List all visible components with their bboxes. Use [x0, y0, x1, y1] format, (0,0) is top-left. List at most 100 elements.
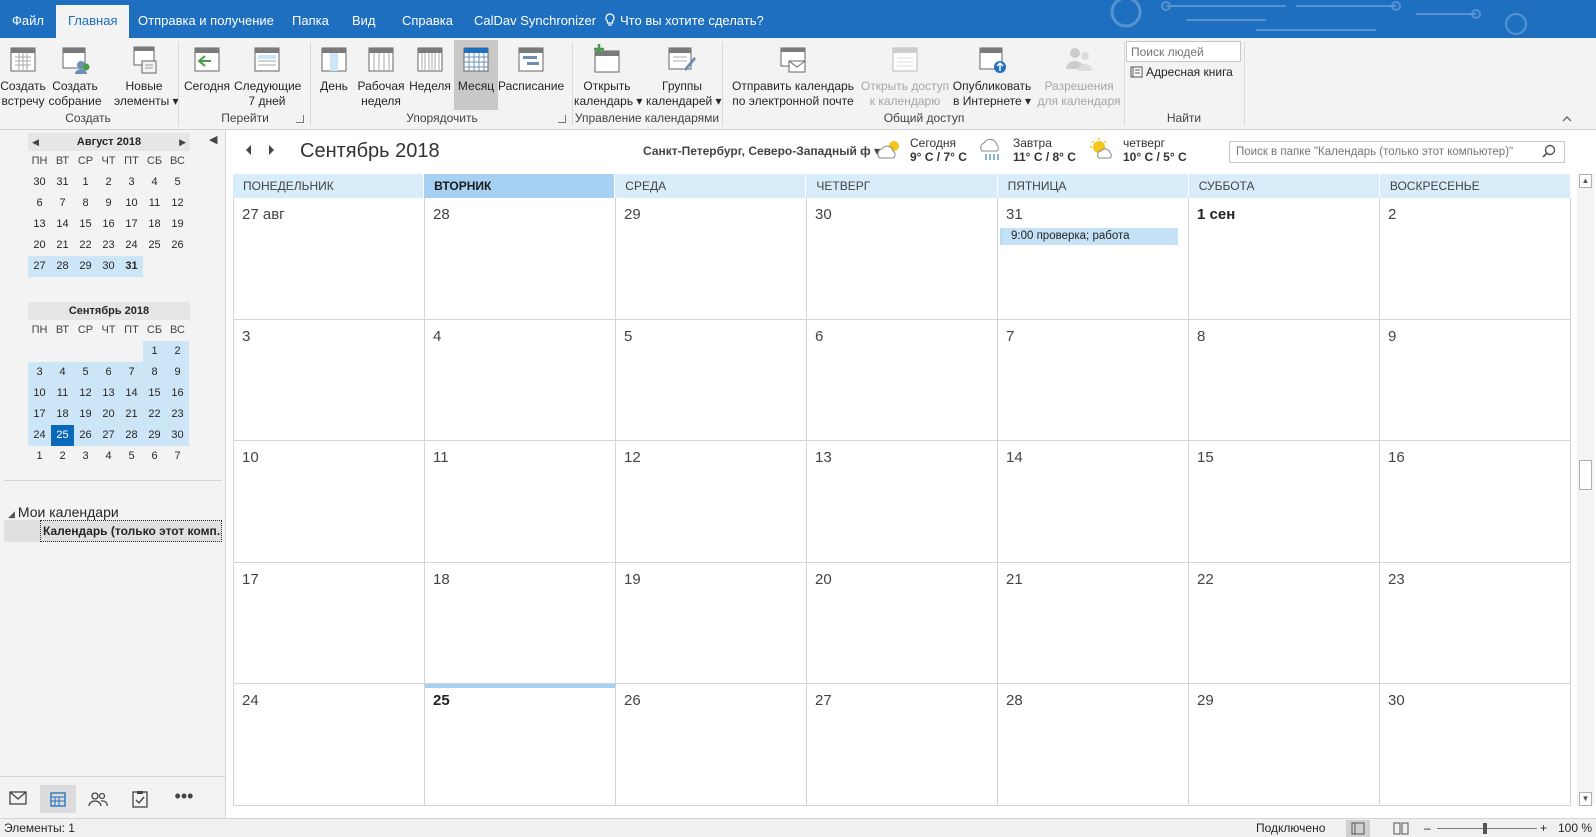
mini-day[interactable]: 30 — [166, 425, 189, 446]
email-calendar-button[interactable]: Отправить календарь по электронной почте — [728, 40, 858, 110]
calendar-list-item[interactable]: Календарь (только этот комп... — [4, 520, 222, 542]
scroll-up-icon[interactable]: ▲ — [1579, 174, 1592, 188]
calendar-groups-button[interactable]: Группы календарей ▾ — [646, 40, 722, 110]
mini-day[interactable]: 28 — [51, 256, 74, 277]
day-cell[interactable]: 21 — [998, 562, 1189, 685]
mini-day[interactable]: 13 — [28, 214, 51, 235]
mini-day[interactable]: 12 — [74, 383, 97, 404]
mini-day[interactable]: 31 — [51, 172, 74, 193]
search-icon[interactable] — [1542, 144, 1556, 158]
day-cell[interactable]: 22 — [1189, 562, 1380, 685]
day-cell[interactable]: 15 — [1189, 441, 1380, 563]
reading-view-button[interactable] — [1391, 820, 1411, 837]
mini-day[interactable]: 25 — [51, 425, 74, 446]
calendar-event[interactable]: 9:00 проверка; работа — [1000, 228, 1178, 245]
mini-day[interactable]: 20 — [97, 404, 120, 425]
next-7-days-button[interactable]: Следующие 7 дней — [234, 40, 301, 110]
mini-day[interactable]: 22 — [74, 235, 97, 256]
mini-day[interactable]: 9 — [97, 193, 120, 214]
day-cell[interactable]: 12 — [616, 441, 807, 563]
tab-file[interactable]: Файл — [0, 5, 56, 38]
new-appointment-button[interactable]: Создать встречу — [0, 40, 46, 110]
calendar-permissions-button[interactable]: Разрешения для календаря — [1036, 40, 1122, 110]
day-cell[interactable]: 4 — [425, 319, 616, 442]
day-cell[interactable]: 7 — [998, 319, 1189, 442]
mini-day[interactable]: 3 — [74, 446, 97, 467]
mini-day[interactable]: 3 — [120, 172, 143, 193]
mini-day[interactable]: 31 — [120, 256, 143, 277]
publish-online-button[interactable]: Опубликовать в Интернете ▾ — [952, 40, 1032, 110]
mini-day[interactable]: 30 — [97, 256, 120, 277]
scroll-down-icon[interactable]: ▼ — [1579, 792, 1592, 806]
day-cell[interactable]: 20 — [807, 562, 998, 685]
day-cell[interactable]: 27 авг — [234, 198, 425, 320]
day-cell[interactable]: 26 — [616, 684, 807, 806]
tell-me-box[interactable]: Что вы хотите сделать? — [604, 5, 764, 36]
share-calendar-button[interactable]: Открыть доступ к календарю — [860, 40, 950, 110]
calendar-nav-button[interactable] — [40, 785, 76, 813]
mini-day[interactable]: 7 — [166, 446, 189, 467]
day-view-button[interactable]: День — [314, 40, 354, 110]
people-nav-button[interactable] — [80, 785, 116, 813]
tab-caldav[interactable]: CalDav Synchronizer — [462, 5, 608, 38]
mini-day[interactable]: 17 — [120, 214, 143, 235]
mini-day[interactable]: 24 — [120, 235, 143, 256]
mini-day[interactable]: 5 — [120, 446, 143, 467]
mini-day[interactable]: 11 — [51, 383, 74, 404]
mini-day[interactable]: 26 — [74, 425, 97, 446]
schedule-view-button[interactable]: Расписание — [498, 40, 564, 110]
mini-day[interactable]: 1 — [74, 172, 97, 193]
zoom-slider[interactable] — [1437, 828, 1537, 829]
mini-day[interactable]: 26 — [166, 235, 189, 256]
day-cell[interactable]: 28 — [425, 198, 616, 320]
mini-day[interactable]: 19 — [166, 214, 189, 235]
mini-day[interactable]: 15 — [74, 214, 97, 235]
day-cell[interactable]: 5 — [616, 319, 807, 442]
mini-day[interactable]: 20 — [28, 235, 51, 256]
day-cell[interactable]: 1 сен — [1189, 198, 1380, 320]
mini-day[interactable]: 3 — [28, 362, 51, 383]
mini-day[interactable]: 27 — [97, 425, 120, 446]
next-month-icon[interactable]: ▶ — [179, 133, 186, 151]
mini-day[interactable]: 28 — [120, 425, 143, 446]
zoom-out-button[interactable]: – — [1424, 819, 1431, 837]
mini-day[interactable]: 23 — [166, 404, 189, 425]
mini-day[interactable]: 2 — [97, 172, 120, 193]
day-cell[interactable]: 14 — [998, 441, 1189, 563]
work-week-button[interactable]: Рабочая неделя — [356, 40, 406, 110]
mini-day[interactable]: 23 — [97, 235, 120, 256]
mini-day[interactable]: 29 — [74, 256, 97, 277]
mail-nav-button[interactable] — [0, 785, 36, 813]
normal-view-button[interactable] — [1346, 820, 1370, 837]
mini-day[interactable]: 24 — [28, 425, 51, 446]
dialog-launcher-icon[interactable] — [558, 115, 566, 123]
more-nav-icon[interactable]: ••• — [166, 785, 202, 813]
mini-day[interactable]: 5 — [74, 362, 97, 383]
day-cell[interactable]: 24 — [234, 684, 425, 806]
zoom-level[interactable]: 100 % — [1558, 819, 1592, 837]
folder-search-input[interactable] — [1229, 141, 1565, 163]
dialog-launcher-icon[interactable] — [296, 115, 304, 123]
day-cell[interactable]: 28 — [998, 684, 1189, 806]
mini-day[interactable]: 8 — [74, 193, 97, 214]
weather-location-dropdown[interactable]: Санкт-Петербург, Северо-Западный ф ▾ — [643, 144, 880, 158]
day-cell[interactable]: 16 — [1380, 441, 1571, 563]
mini-day[interactable]: 30 — [28, 172, 51, 193]
mini-day[interactable]: 1 — [143, 341, 166, 362]
my-calendars-header[interactable]: ◢ Мои календари — [8, 504, 119, 520]
mini-day[interactable]: 10 — [28, 383, 51, 404]
mini-day[interactable]: 4 — [97, 446, 120, 467]
day-cell[interactable]: 17 — [234, 562, 425, 685]
mini-day[interactable]: 8 — [143, 362, 166, 383]
day-cell[interactable]: 31 9:00 проверка; работа — [998, 198, 1189, 320]
mini-day[interactable]: 5 — [166, 172, 189, 193]
mini-day[interactable]: 6 — [143, 446, 166, 467]
mini-day[interactable]: 10 — [120, 193, 143, 214]
mini-day[interactable]: 13 — [97, 383, 120, 404]
prev-month-icon[interactable]: ◀ — [32, 133, 39, 151]
mini-day[interactable]: 2 — [166, 341, 189, 362]
tab-folder[interactable]: Папка — [280, 5, 341, 38]
tab-home[interactable]: Главная — [56, 5, 130, 38]
day-cell[interactable]: 18 — [425, 562, 616, 685]
day-cell[interactable]: 19 — [616, 562, 807, 685]
